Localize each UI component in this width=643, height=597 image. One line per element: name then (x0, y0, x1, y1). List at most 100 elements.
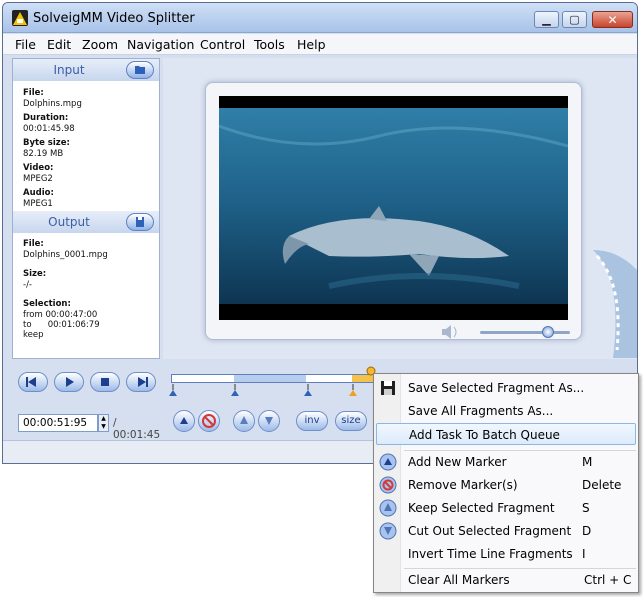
dolphin-video-image (219, 96, 568, 320)
input-duration-value: 00:01:45.98 (23, 124, 75, 134)
size-button[interactable]: size (335, 411, 367, 431)
input-header: Input (13, 59, 159, 81)
output-size-label: Size: (23, 269, 47, 279)
menu-keep-selected-fragment[interactable]: Keep Selected Fragment S (376, 497, 636, 519)
menu-add-new-marker[interactable]: Add New Marker M (376, 451, 636, 473)
input-audio-label: Audio: (23, 188, 54, 198)
menu-bar: File Edit Zoom Navigation Control Tools … (3, 34, 637, 55)
input-duration-label: Duration: (23, 113, 69, 123)
menu-help[interactable]: Help (297, 37, 326, 52)
menu-label: Add New Marker (408, 455, 507, 469)
menu-shortcut: D (582, 524, 592, 538)
menu-label: Remove Marker(s) (408, 478, 518, 492)
selection-to: to 00:01:06:79 (23, 320, 100, 330)
input-video-value: MPEG2 (23, 174, 53, 184)
minimize-icon: ▁ (542, 13, 551, 26)
total-time: / 00:01:45 (113, 417, 161, 441)
cut-fragment-button[interactable] (258, 410, 280, 432)
cut-fragment-icon (379, 522, 397, 540)
menu-add-task-batch[interactable]: Add Task To Batch Queue (376, 423, 636, 445)
selection-from: from 00:00:47:00 (23, 310, 98, 320)
menu-save-all-fragments[interactable]: Save All Fragments As... (376, 400, 636, 422)
remove-marker-icon (379, 476, 397, 494)
menu-shortcut: Ctrl + C (584, 573, 632, 587)
menu-shortcut: I (582, 547, 586, 561)
keep-fragment-button[interactable] (233, 410, 255, 432)
save-output-button[interactable] (126, 213, 154, 231)
maximize-icon: ▢ (569, 13, 580, 26)
window-title: SolveigMM Video Splitter (33, 11, 195, 26)
menu-control[interactable]: Control (200, 37, 245, 52)
menu-navigation[interactable]: Navigation (127, 37, 194, 52)
menu-label: Save All Fragments As... (408, 404, 554, 418)
menu-shortcut: M (582, 455, 593, 469)
close-icon: ✕ (607, 13, 618, 27)
open-file-button[interactable] (126, 61, 154, 79)
menu-label: Clear All Markers (408, 573, 510, 587)
volume-track[interactable] (480, 331, 570, 334)
previous-frame-button[interactable] (18, 372, 48, 392)
menu-label: Cut Out Selected Fragment (408, 524, 572, 538)
time-spinner[interactable]: ▲ ▼ (98, 414, 109, 432)
add-marker-icon (379, 453, 397, 471)
selection-label: Selection: (23, 299, 71, 309)
output-size-value: -/- (23, 280, 32, 290)
filmstrip-decoration-icon (593, 250, 637, 358)
playback-controls: 00:00:51:95 ▲ ▼ / 00:01:45 (12, 362, 160, 441)
menu-label: Save Selected Fragment As... (408, 381, 585, 395)
input-file-label: File: (23, 88, 44, 98)
volume-control (430, 321, 580, 343)
input-header-label: Input (53, 63, 85, 77)
video-stage (163, 58, 637, 359)
input-size-value: 82.19 MB (23, 149, 64, 159)
menu-clear-all-markers[interactable]: Clear All Markers Ctrl + C (376, 569, 636, 591)
menu-tools[interactable]: Tools (254, 37, 285, 52)
title-bar: SolveigMM Video Splitter ▁ ▢ ✕ (3, 3, 637, 33)
step-back-icon (26, 377, 36, 387)
input-video-label: Video: (23, 163, 54, 173)
input-file-value: Dolphins.mpg (23, 99, 82, 109)
app-logo-icon (12, 10, 28, 26)
menu-zoom[interactable]: Zoom (82, 37, 118, 52)
invert-button[interactable]: inv (296, 411, 328, 431)
context-menu: Save Selected Fragment As... Save All Fr… (373, 373, 639, 593)
menu-shortcut: S (582, 501, 590, 515)
step-forward-icon (138, 377, 148, 387)
minimize-button[interactable]: ▁ (534, 11, 559, 28)
menu-file[interactable]: File (15, 37, 36, 52)
video-preview[interactable] (219, 96, 568, 320)
play-button[interactable] (54, 372, 84, 392)
keep-fragment-icon (379, 499, 397, 517)
menu-invert-timeline-fragments[interactable]: Invert Time Line Fragments I (376, 543, 636, 565)
output-file-value: Dolphins_0001.mpg (23, 250, 108, 260)
remove-marker-icon (202, 414, 216, 428)
menu-cut-out-selected-fragment[interactable]: Cut Out Selected Fragment D (376, 520, 636, 542)
folder-icon (135, 66, 145, 74)
play-icon (66, 377, 74, 387)
current-time-input[interactable]: 00:00:51:95 (18, 414, 98, 432)
selection-mode: keep (23, 330, 44, 340)
stop-icon (101, 378, 109, 386)
input-size-label: Byte size: (23, 138, 70, 148)
menu-save-selected-fragment[interactable]: Save Selected Fragment As... (376, 377, 636, 399)
cut-fragment-icon (265, 417, 273, 425)
menu-label: Add Task To Batch Queue (409, 428, 560, 442)
menu-label: Keep Selected Fragment (408, 501, 555, 515)
menu-edit[interactable]: Edit (47, 37, 71, 52)
menu-shortcut: Delete (582, 478, 622, 492)
output-file-label: File: (23, 239, 44, 249)
stop-button[interactable] (90, 372, 120, 392)
floppy-icon (381, 381, 395, 395)
video-frame (205, 82, 582, 340)
close-button[interactable]: ✕ (592, 11, 633, 28)
add-marker-button[interactable] (173, 410, 195, 432)
add-marker-icon (180, 417, 188, 424)
volume-knob[interactable] (542, 326, 554, 338)
remove-marker-button[interactable] (198, 410, 220, 432)
keep-fragment-icon (240, 416, 248, 424)
input-audio-value: MPEG1 (23, 199, 53, 209)
menu-remove-markers[interactable]: Remove Marker(s) Delete (376, 474, 636, 496)
next-frame-button[interactable] (126, 372, 156, 392)
output-header-label: Output (48, 215, 90, 229)
maximize-button[interactable]: ▢ (562, 11, 587, 28)
